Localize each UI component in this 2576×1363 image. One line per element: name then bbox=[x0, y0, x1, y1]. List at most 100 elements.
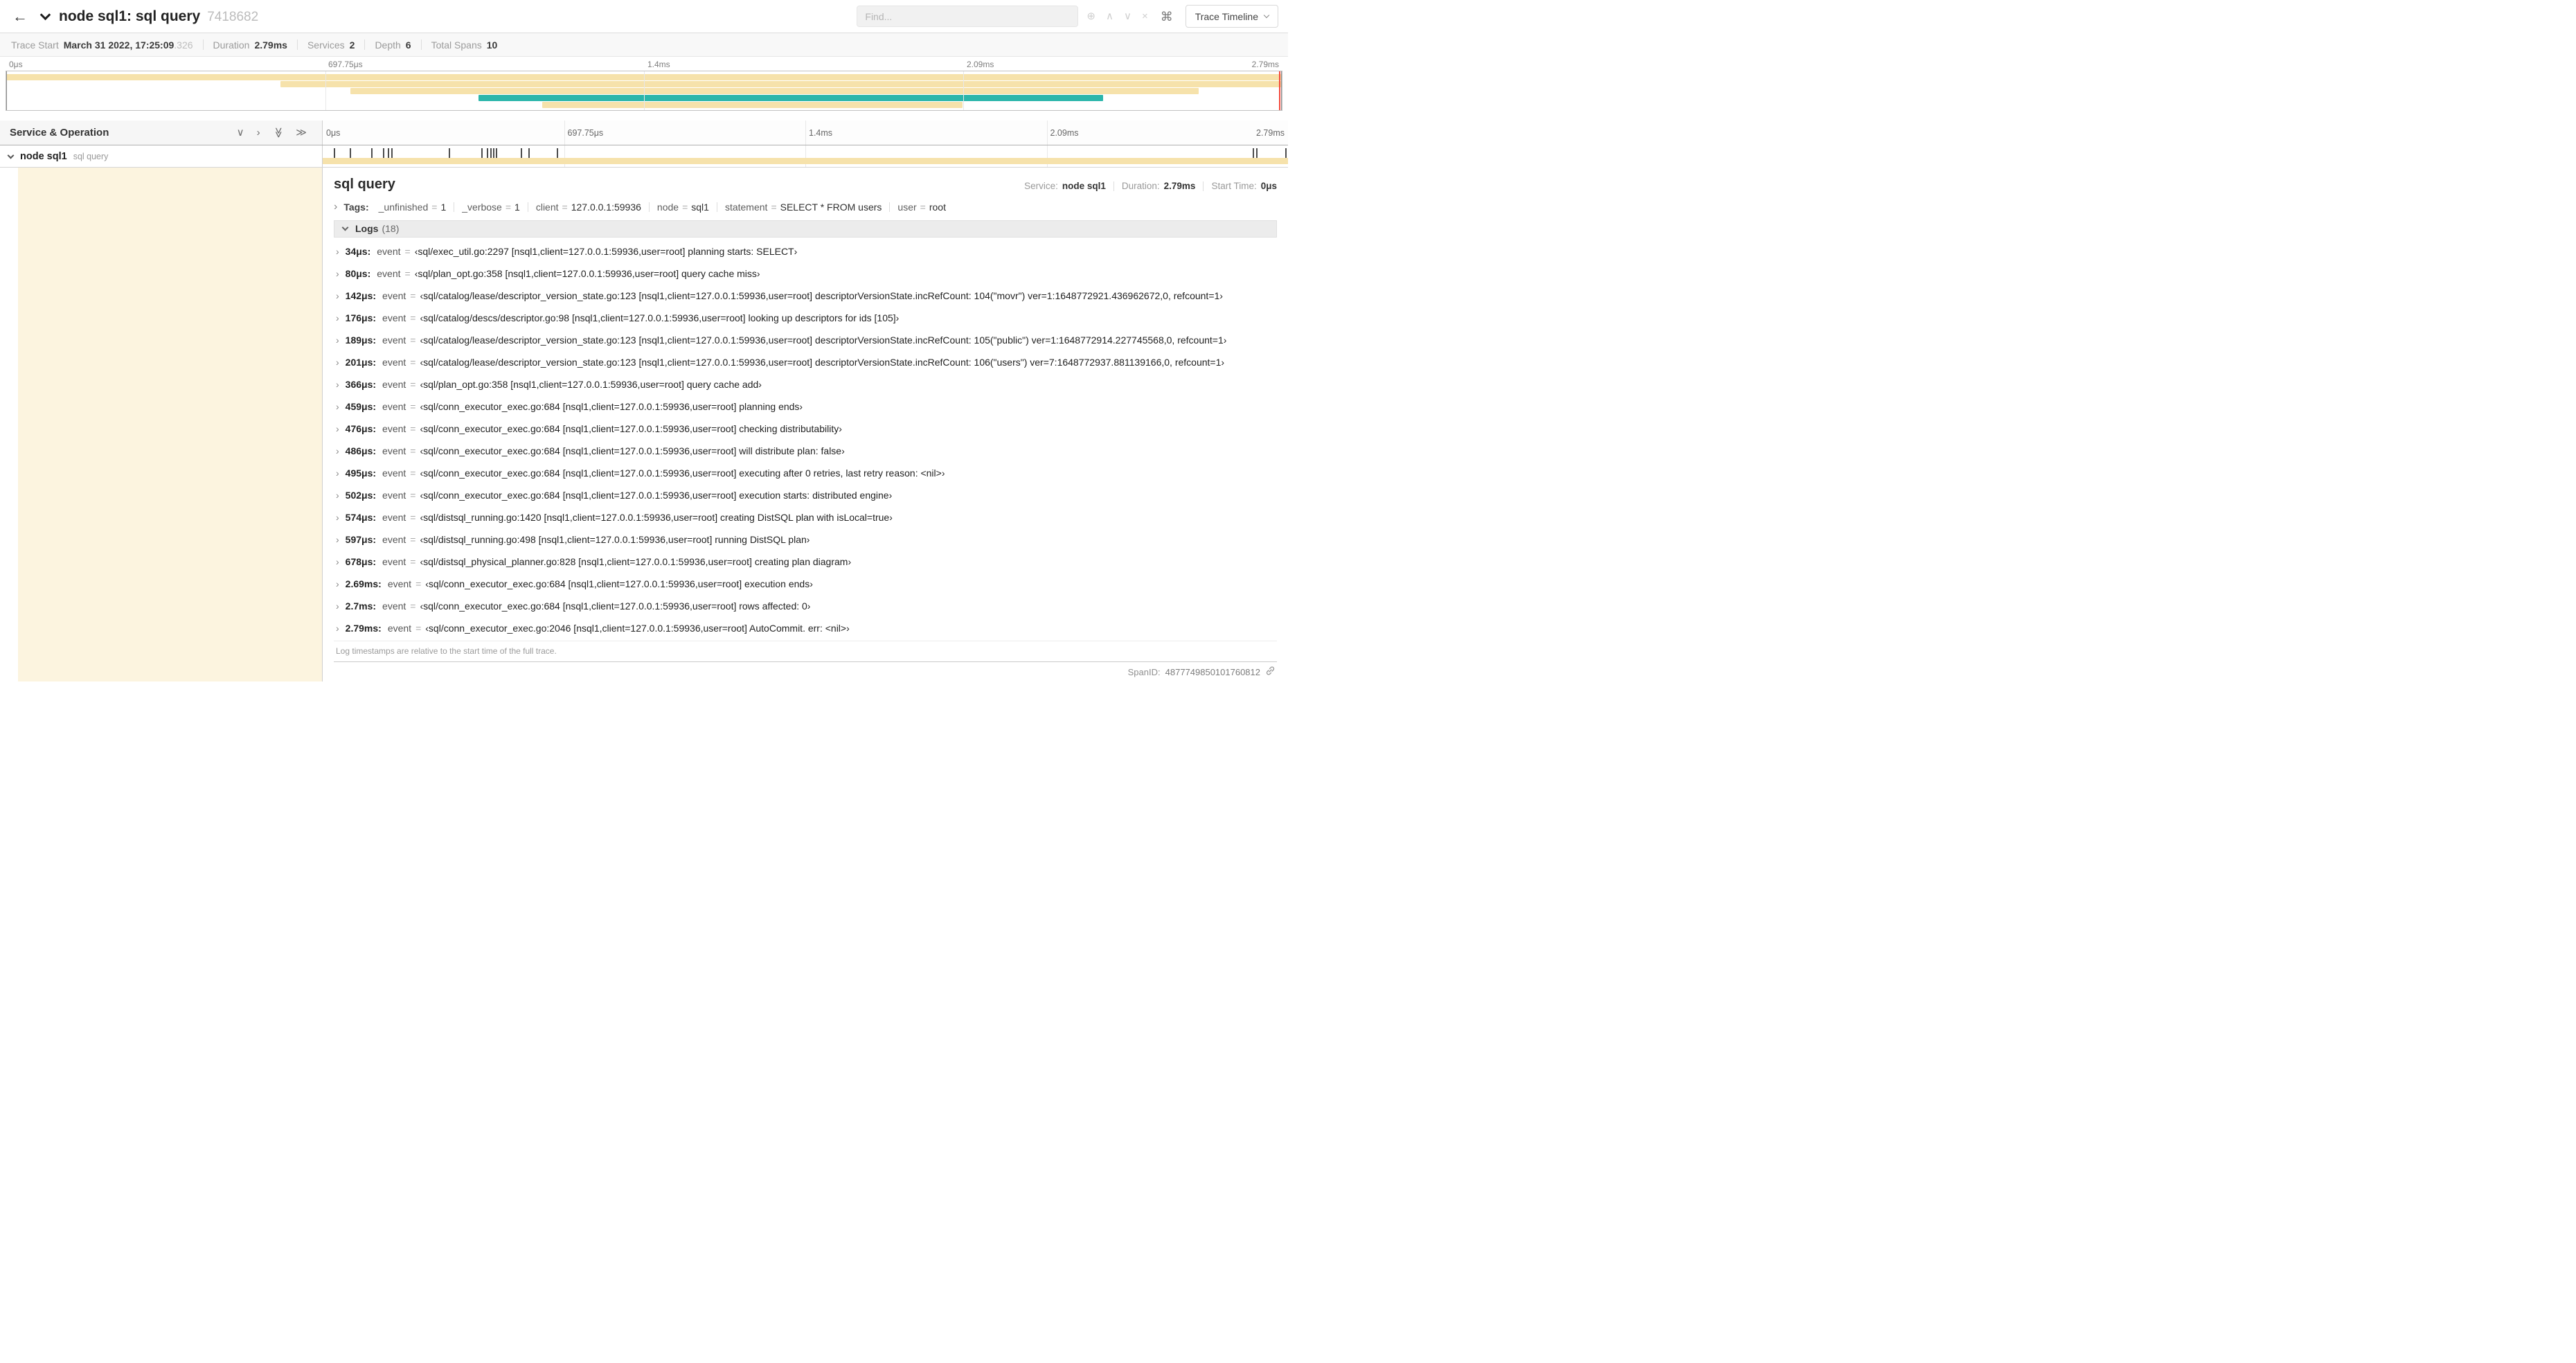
log-timestamp: 2.79ms: bbox=[345, 623, 382, 634]
log-row[interactable]: › 459μs: event = ‹sql/conn_executor_exec.go:… bbox=[336, 395, 1277, 418]
log-row[interactable]: › 189μs: event = ‹sql/catalog/lease/descript… bbox=[336, 329, 1277, 351]
log-timestamp: 678μs: bbox=[345, 556, 377, 567]
meta-item: Duration: 2.79ms bbox=[1122, 181, 1196, 191]
equals-sign: = bbox=[771, 202, 777, 213]
log-row[interactable]: › 142μs: event = ‹sql/catalog/lease/descript… bbox=[336, 285, 1277, 307]
span-service-name: node sql1 bbox=[20, 150, 67, 162]
tags-row[interactable]: › Tags: _unfinished = 1 _verbose = 1 client = 12… bbox=[334, 202, 1277, 213]
tag-item: client = 127.0.0.1:59936 bbox=[536, 202, 641, 213]
equals-sign: = bbox=[410, 490, 416, 501]
equals-sign: = bbox=[410, 357, 416, 368]
log-field-value: ‹sql/plan_opt.go:358 [nsql1,client=127.0… bbox=[420, 379, 762, 390]
summary-label: Total Spans bbox=[431, 39, 482, 51]
log-row[interactable]: › 176μs: event = ‹sql/catalog/descs/descript… bbox=[336, 307, 1277, 329]
top-bar: ← node sql1: sql query 7418682 ⊕ ∧ ∨ × ⌘ Tr… bbox=[0, 0, 1288, 33]
equals-sign: = bbox=[410, 423, 416, 434]
collapse-controls: ∨ › ≫ ≫ bbox=[237, 127, 307, 139]
chevron-right-icon: › bbox=[334, 202, 338, 213]
log-marker-tick bbox=[391, 148, 393, 158]
summary-value: 10 bbox=[486, 39, 498, 51]
meta-divider bbox=[1113, 181, 1114, 191]
log-timestamp: 597μs: bbox=[345, 534, 377, 545]
collapse-trace-chevron-icon[interactable] bbox=[39, 9, 51, 21]
equals-sign: = bbox=[920, 202, 926, 213]
chevron-right-icon: › bbox=[336, 290, 339, 301]
log-row[interactable]: › 502μs: event = ‹sql/conn_executor_exec.go:… bbox=[336, 484, 1277, 506]
log-field-key: event bbox=[382, 556, 406, 567]
log-marker-tick bbox=[1285, 148, 1287, 158]
span-timeline[interactable] bbox=[323, 145, 1288, 167]
equals-sign: = bbox=[415, 623, 422, 634]
clear-match-icon[interactable]: × bbox=[1142, 11, 1148, 21]
chevron-right-icon: › bbox=[336, 423, 339, 434]
log-row[interactable]: › 2.69ms: event = ‹sql/conn_executor_exec.go… bbox=[336, 573, 1277, 595]
chevron-down-icon bbox=[341, 224, 349, 231]
equals-sign: = bbox=[410, 379, 416, 390]
log-row[interactable]: › 80μs: event = ‹sql/plan_opt.go:358 [nsql1,… bbox=[336, 262, 1277, 285]
expand-all-icon[interactable]: ≫ bbox=[296, 127, 307, 138]
log-row[interactable]: › 574μs: event = ‹sql/distsql_running.go:142… bbox=[336, 506, 1277, 528]
summary-item: Total Spans 10 bbox=[431, 39, 498, 51]
focus-match-icon[interactable]: ⊕ bbox=[1086, 11, 1095, 21]
link-icon[interactable] bbox=[1265, 666, 1276, 678]
log-marker-tick bbox=[382, 148, 384, 158]
span-id-row: SpanID: 4877749850101760812 bbox=[334, 662, 1277, 682]
next-match-icon[interactable]: ∨ bbox=[1124, 11, 1132, 21]
chevron-right-icon: › bbox=[336, 600, 339, 612]
equals-sign: = bbox=[415, 578, 422, 589]
log-row[interactable]: › 201μs: event = ‹sql/catalog/lease/descript… bbox=[336, 351, 1277, 373]
summary-value: 2.79ms bbox=[254, 39, 287, 51]
trace-id: 7418682 bbox=[207, 9, 259, 24]
log-row[interactable]: › 2.7ms: event = ‹sql/conn_executor_exec.go:… bbox=[336, 595, 1277, 617]
trace-view-select[interactable]: Trace Timeline bbox=[1185, 5, 1278, 28]
log-marker-tick bbox=[521, 148, 523, 158]
find-input[interactable] bbox=[857, 6, 1079, 27]
log-row[interactable]: › 597μs: event = ‹sql/distsql_running.go:498… bbox=[336, 528, 1277, 551]
prev-match-icon[interactable]: ∧ bbox=[1106, 11, 1113, 21]
back-button[interactable]: ← bbox=[12, 8, 28, 24]
gridline bbox=[1046, 121, 1048, 145]
log-row[interactable]: › 366μs: event = ‹sql/plan_opt.go:358 [nsql1… bbox=[336, 373, 1277, 395]
log-field-key: event bbox=[382, 312, 406, 323]
viewport-end-scrubber[interactable] bbox=[1281, 71, 1282, 110]
equals-sign: = bbox=[410, 600, 416, 612]
log-row[interactable]: › 495μs: event = ‹sql/conn_executor_exec.go:… bbox=[336, 462, 1277, 484]
log-timestamp: 189μs: bbox=[345, 335, 377, 346]
log-rows: › 34μs: event = ‹sql/exec_util.go:2297 [nsql… bbox=[334, 238, 1277, 639]
tag-value: SELECT * FROM users bbox=[780, 202, 882, 213]
equals-sign: = bbox=[410, 312, 416, 323]
tag-key: _verbose bbox=[462, 202, 502, 213]
logs-footnote: Log timestamps are relative to the start… bbox=[334, 641, 1277, 661]
expand-one-icon[interactable]: › bbox=[257, 127, 260, 138]
span-tree-item[interactable]: node sql1 sql query bbox=[0, 145, 323, 167]
log-timestamp: 2.69ms: bbox=[345, 578, 382, 589]
equals-sign: = bbox=[410, 556, 416, 567]
tick-label: 0μs bbox=[9, 60, 23, 69]
tag-key: user bbox=[897, 202, 917, 213]
log-field-key: event bbox=[382, 490, 406, 501]
collapse-one-icon[interactable]: ∨ bbox=[237, 127, 244, 138]
collapse-all-icon[interactable]: ≫ bbox=[272, 127, 284, 139]
log-row[interactable]: › 34μs: event = ‹sql/exec_util.go:2297 [nsql… bbox=[336, 240, 1277, 262]
chevron-right-icon: › bbox=[336, 246, 339, 257]
tag-item: user = root bbox=[897, 202, 946, 213]
chevron-right-icon: › bbox=[336, 379, 339, 390]
log-row[interactable]: › 678μs: event = ‹sql/distsql_physical_plann… bbox=[336, 551, 1277, 573]
logs-section-header[interactable]: Logs (18) bbox=[334, 220, 1277, 238]
equals-sign: = bbox=[505, 202, 512, 213]
log-marker-tick bbox=[1256, 148, 1258, 158]
keyboard-shortcuts-button[interactable]: ⌘ bbox=[1161, 10, 1173, 23]
log-row[interactable]: › 2.79ms: event = ‹sql/conn_executor_exec.go… bbox=[336, 617, 1277, 639]
equals-sign: = bbox=[431, 202, 438, 213]
log-row[interactable]: › 486μs: event = ‹sql/conn_executor_exec.go:… bbox=[336, 440, 1277, 462]
logs-title: Logs bbox=[355, 223, 379, 235]
span-detail-header: sql query Service: node sql1 Duration: 2.79… bbox=[334, 177, 1277, 193]
trace-page: ← node sql1: sql query 7418682 ⊕ ∧ ∨ × ⌘ Tr… bbox=[0, 0, 1288, 682]
log-row[interactable]: › 476μs: event = ‹sql/conn_executor_exec.go:… bbox=[336, 418, 1277, 440]
span-collapse-chevron-icon[interactable] bbox=[7, 152, 15, 159]
equals-sign: = bbox=[410, 534, 416, 545]
minimap-canvas[interactable] bbox=[6, 71, 1282, 111]
span-detail-title: sql query bbox=[334, 177, 395, 192]
log-field-value: ‹sql/conn_executor_exec.go:684 [nsql1,cl… bbox=[420, 401, 803, 412]
viewport-start-scrubber[interactable] bbox=[6, 71, 7, 110]
